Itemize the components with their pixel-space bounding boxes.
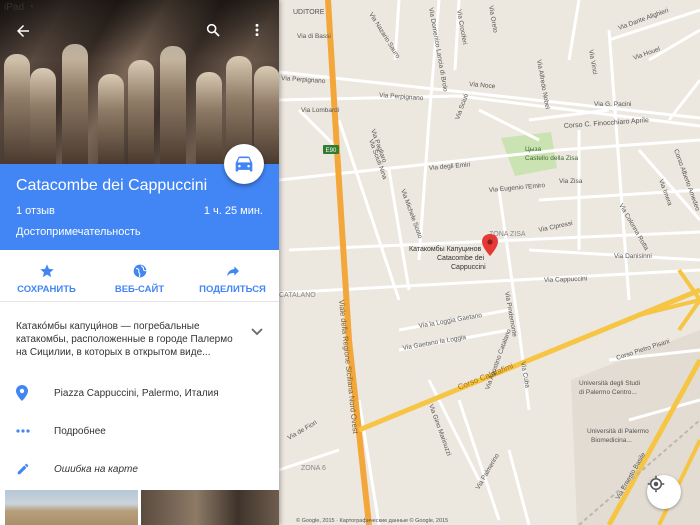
map-label: Via Lombardi — [301, 107, 339, 114]
map-label: CATALANO — [279, 292, 316, 299]
university-label: Università di Palermo — [587, 428, 649, 435]
report-map-error-text: Ошибка на карте — [54, 463, 138, 475]
more-vert-icon[interactable] — [250, 22, 264, 42]
map-label: Via di Bassi — [297, 33, 331, 40]
university-label: Università degli Studi — [579, 380, 640, 387]
back-arrow-icon[interactable] — [14, 22, 32, 44]
svg-text:Biomedicina...: Biomedicina... — [591, 437, 632, 444]
svg-text:di Palermo Centro...: di Palermo Centro... — [579, 389, 637, 396]
status-bar: iPad ◔ — [0, 0, 700, 14]
share-label: ПОДЕЛИТЬСЯ — [199, 284, 266, 295]
photo-strip — [0, 490, 279, 525]
report-map-error-row[interactable]: Ошибка на карте — [0, 450, 279, 488]
poi-label: Катакомбы Капуцинов — [409, 245, 482, 253]
pencil-icon — [16, 462, 54, 476]
chevron-down-icon[interactable] — [251, 328, 263, 336]
review-count[interactable]: 1 отзыв — [16, 205, 55, 217]
crosshair-icon — [647, 475, 665, 493]
directions-button[interactable] — [224, 144, 264, 184]
wifi-icon: ◔ — [28, 2, 35, 13]
park-label: Castello della Zisa — [525, 155, 578, 162]
map-label: Via Danisinni — [614, 253, 652, 260]
map-label: Via Zisa — [559, 178, 583, 185]
place-description[interactable]: Катако́мбы капуци́нов — погребальные кат… — [0, 302, 279, 366]
map-canvas[interactable]: E90 UDITORE Via Nazario Sauro Via Domeni… — [279, 0, 700, 525]
place-panel: Catacombe dei Cappuccini 1 отзыв 1 ч. 25… — [0, 0, 279, 525]
address-row[interactable]: Piazza Cappuccini, Palermo, Италия — [0, 374, 279, 412]
more-dots-icon — [16, 429, 54, 433]
photo-thumbnail[interactable] — [141, 490, 279, 525]
search-icon[interactable] — [205, 22, 221, 42]
save-button[interactable]: СОХРАНИТЬ — [2, 263, 92, 301]
svg-text:Catacombe dei: Catacombe dei — [437, 255, 485, 262]
car-icon — [235, 156, 253, 172]
route-shield: E90 — [326, 148, 337, 154]
website-label: ВЕБ-САЙТ — [114, 284, 165, 295]
map-label: ZONA 6 — [301, 465, 326, 472]
more-info-row[interactable]: Подробнее — [0, 412, 279, 450]
share-icon — [226, 266, 239, 277]
website-button[interactable]: ВЕБ-САЙТ — [95, 263, 185, 301]
park-label-ru: Цыза — [525, 146, 541, 153]
place-title: Catacombe dei Cappuccini — [16, 177, 208, 194]
my-location-button[interactable] — [647, 475, 681, 509]
place-category: Достопримечательность — [16, 226, 141, 238]
photo-thumbnail[interactable] — [5, 490, 138, 525]
location-pin-icon — [16, 385, 54, 401]
place-photo[interactable] — [0, 0, 279, 164]
map-label: Via G. Pacini — [594, 101, 631, 108]
map-view[interactable]: E90 UDITORE Via Nazario Sauro Via Domeni… — [279, 0, 700, 525]
save-label: СОХРАНИТЬ — [17, 284, 76, 295]
map-copyright: © Google, 2015 · Картографические данные… — [296, 517, 448, 524]
svg-text:Cappuccini: Cappuccini — [451, 264, 486, 271]
travel-time: 1 ч. 25 мин. — [203, 205, 263, 217]
description-text: Катако́мбы капуци́нов — погребальные кат… — [16, 321, 233, 358]
star-icon — [39, 264, 54, 278]
globe-icon — [133, 264, 146, 278]
address-text: Piazza Cappuccini, Palermo, Италия — [54, 387, 219, 399]
more-info-text: Подробнее — [54, 425, 106, 437]
share-button[interactable]: ПОДЕЛИТЬСЯ — [188, 263, 278, 301]
action-bar: СОХРАНИТЬ ВЕБ-САЙТ ПОДЕЛИТЬСЯ — [0, 250, 279, 302]
device-label: iPad — [4, 2, 25, 13]
